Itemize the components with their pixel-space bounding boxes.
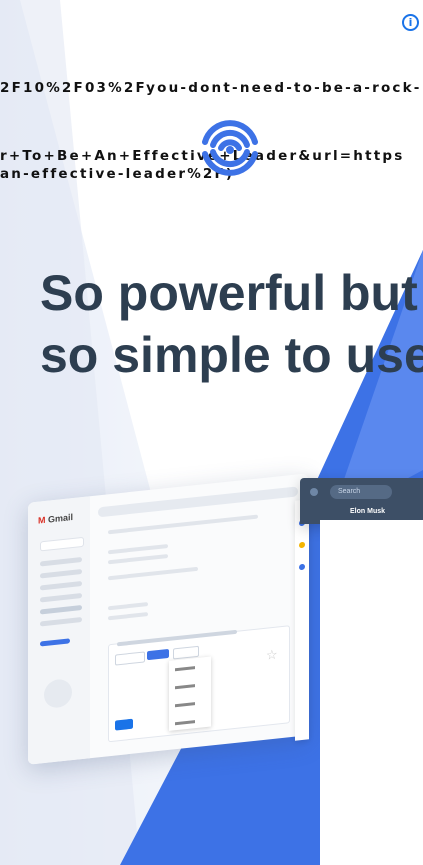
- leaked-url-text: 2F10%2F03%2Fyou-dont-need-to-be-a-rock-: [0, 80, 422, 96]
- headline-line-1: So powerful but: [40, 265, 418, 321]
- compose-pill: [40, 536, 84, 552]
- sidebar-row: [40, 569, 82, 579]
- avatar: [44, 678, 72, 710]
- sidebar-row: [40, 593, 82, 603]
- compose-recipient: [117, 629, 237, 647]
- star-icon: ☆: [266, 646, 278, 663]
- contact-name: Elon Musk: [350, 508, 386, 515]
- mail-line: [108, 612, 148, 621]
- brand-logo-icon: [202, 120, 258, 176]
- dropdown-option: [175, 720, 195, 726]
- mail-line: [108, 602, 148, 611]
- gmail-logo: M Gmail: [38, 511, 74, 526]
- ext-icon: [299, 563, 305, 571]
- mail-line: [108, 566, 198, 581]
- sidebar-row: [40, 617, 82, 627]
- mail-line: [108, 544, 168, 555]
- dropdown-option: [175, 702, 195, 708]
- followup-dropdown: [169, 656, 211, 731]
- ext-icon: [299, 541, 305, 549]
- overlay-card: [320, 520, 423, 865]
- mail-line: [108, 554, 168, 565]
- headline-line-2: so simple to use: [40, 327, 423, 383]
- template-chip: [115, 651, 145, 666]
- sidebar-row: [40, 638, 70, 647]
- sidebar-row: [40, 605, 82, 615]
- ad-info-icon[interactable]: i: [402, 14, 419, 31]
- ad-headline: So powerful but so simple to use: [40, 262, 423, 386]
- send-button: [115, 718, 133, 731]
- sidebar-row: [40, 581, 82, 591]
- dropdown-option: [175, 684, 195, 690]
- schedule-chip: [147, 648, 169, 661]
- extension-sidebar: [295, 499, 309, 741]
- panel-search-input: Search: [330, 485, 392, 499]
- compose-window: [108, 625, 290, 743]
- gmail-mockup: M Gmail ☆: [28, 473, 308, 765]
- gmail-sidebar: M Gmail: [28, 496, 90, 765]
- panel-icon: [310, 488, 318, 496]
- contact-panel: Search Elon Musk: [300, 478, 423, 524]
- mail-line: [108, 514, 258, 535]
- dropdown-option: [175, 666, 195, 672]
- sidebar-row: [40, 557, 82, 567]
